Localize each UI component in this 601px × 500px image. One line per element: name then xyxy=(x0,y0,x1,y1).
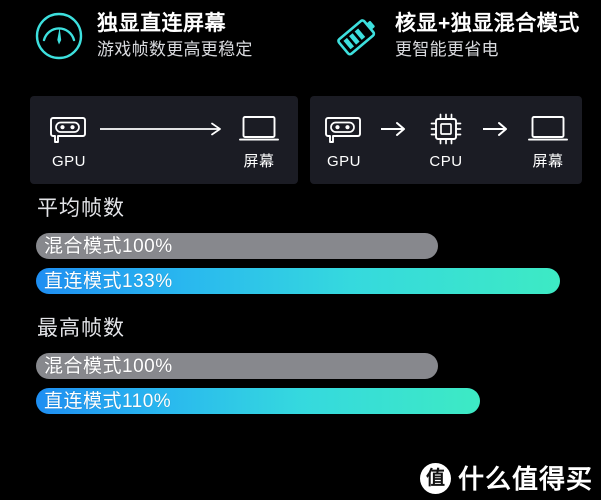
flow-node-label: 屏幕 xyxy=(243,153,275,170)
flow-node-screen: 屏幕 xyxy=(517,111,579,169)
chart-group-average-fps: 平均帧数 混合模式100% 直连模式133% xyxy=(0,196,601,295)
header-title: 核显+独显混合模式 xyxy=(395,11,580,35)
flow-arrow-short xyxy=(477,111,517,147)
screen-icon xyxy=(239,111,279,147)
battery-icon xyxy=(331,10,383,62)
flow-node-label: GPU xyxy=(326,153,361,170)
gpu-icon xyxy=(50,111,88,147)
diagram-cards-section: GPU 屏幕 GPU CPU 屏幕 xyxy=(0,96,601,184)
headers-section: 独显直连屏幕 游戏帧数更高更稳定 核显+独显混合模式 更智能更省电 xyxy=(0,0,601,92)
flow-arrow-long xyxy=(100,111,228,147)
diagram-card-direct-connect: GPU 屏幕 xyxy=(30,96,298,184)
flow-node-gpu: GPU xyxy=(313,111,375,169)
header-direct-connect-text: 独显直连屏幕 游戏帧数更高更稳定 xyxy=(97,11,253,61)
bar-label: 混合模式100% xyxy=(44,235,173,257)
chart-group-max-fps: 最高帧数 混合模式100% 直连模式110% xyxy=(0,316,601,415)
charts-section: 平均帧数 混合模式100% 直连模式133% 最高帧数 混合模式100% 直连模… xyxy=(0,196,601,423)
chart-title: 最高帧数 xyxy=(37,317,125,341)
infographic-root: 独显直连屏幕 游戏帧数更高更稳定 核显+独显混合模式 更智能更省电 GPU 屏幕… xyxy=(0,0,601,500)
flow-node-cpu: CPU xyxy=(415,111,477,169)
flow-node-screen: 屏幕 xyxy=(228,111,290,169)
watermark-badge-icon: 值 xyxy=(419,463,451,494)
diagram-card-hybrid-mode: GPU CPU 屏幕 xyxy=(310,96,582,184)
header-subtitle: 更智能更省电 xyxy=(395,40,499,60)
bar-hybrid-mode: 混合模式100% xyxy=(36,233,438,260)
screen-icon xyxy=(528,111,568,147)
bar-direct-connect: 直连模式110% xyxy=(36,388,480,415)
flow-node-gpu: GPU xyxy=(38,111,100,169)
header-direct-connect: 独显直连屏幕 游戏帧数更高更稳定 xyxy=(33,10,253,62)
bar-row: 混合模式100% xyxy=(0,353,601,380)
bar-hybrid-mode: 混合模式100% xyxy=(36,353,438,380)
bar-direct-connect: 直连模式133% xyxy=(36,268,560,295)
bar-label: 直连模式133% xyxy=(44,270,173,292)
cpu-icon xyxy=(428,111,464,147)
bar-row: 混合模式100% xyxy=(0,233,601,260)
header-hybrid-mode-text: 核显+独显混合模式 更智能更省电 xyxy=(395,11,580,61)
flow-arrow-short xyxy=(375,111,415,147)
header-title: 独显直连屏幕 xyxy=(97,11,226,35)
watermark-text: 什么值得买 xyxy=(457,463,593,494)
gpu-icon xyxy=(325,111,363,147)
flow-node-label: CPU xyxy=(429,153,463,170)
flow-node-label: GPU xyxy=(51,153,86,170)
flow-hybrid-mode: GPU CPU 屏幕 xyxy=(310,111,582,169)
chart-title: 平均帧数 xyxy=(37,197,125,220)
header-subtitle: 游戏帧数更高更稳定 xyxy=(97,40,253,60)
flow-node-label: 屏幕 xyxy=(532,153,564,170)
flow-direct-connect: GPU 屏幕 xyxy=(30,111,298,169)
bar-row: 直连模式133% xyxy=(0,268,601,295)
bar-row: 直连模式110% xyxy=(0,388,601,415)
bar-label: 直连模式110% xyxy=(44,390,172,412)
watermark: 值 什么值得买 xyxy=(419,463,593,494)
speedometer-icon xyxy=(33,10,85,62)
bar-label: 混合模式100% xyxy=(44,355,173,377)
header-hybrid-mode: 核显+独显混合模式 更智能更省电 xyxy=(331,10,580,62)
